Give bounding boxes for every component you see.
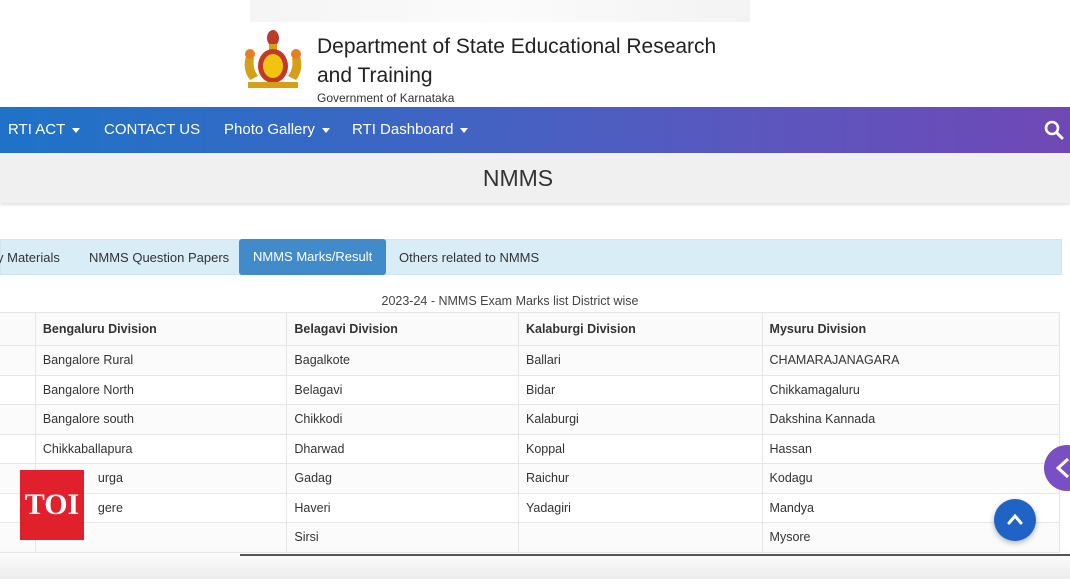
tab-question-papers[interactable]: NMMS Question Papers <box>89 240 229 276</box>
tab-marks-result[interactable]: NMMS Marks/Result <box>239 239 387 275</box>
bottom-fade <box>0 548 1070 579</box>
table-cell-link[interactable]: Dakshina Kannada <box>761 404 1061 435</box>
tab-study-materials[interactable]: y Materials <box>0 240 60 276</box>
toi-watermark-logo: TOI <box>20 470 84 540</box>
table-cell-link[interactable]: Haveri <box>286 492 519 523</box>
search-icon[interactable] <box>1044 120 1064 140</box>
table-row: Bangalore North Belagavi Bidar Chikkamag… <box>0 374 1061 405</box>
table-row: urga Gadag Raichur Kodagu <box>0 463 1061 494</box>
nav-contact-us[interactable]: CONTACT US <box>104 107 200 153</box>
table-cell-link[interactable]: Ballari <box>517 345 763 376</box>
table-cell-link[interactable]: Bangalore Rural <box>34 345 288 376</box>
nav-rti-act-label: RTI ACT <box>8 121 66 138</box>
table-cell-link[interactable]: Kalaburgi <box>517 404 763 435</box>
table-cell-link[interactable]: Belagavi <box>286 374 519 405</box>
table-cell-link[interactable]: Raichur <box>517 463 763 494</box>
scroll-to-top-button[interactable] <box>994 499 1036 541</box>
tab-others-nmms[interactable]: Others related to NMMS <box>399 240 539 276</box>
nav-photo-gallery[interactable]: Photo Gallery <box>224 107 330 153</box>
page-title: NMMS <box>482 165 554 191</box>
table-row: Bangalore Rural Bagalkote Ballari CHAMAR… <box>0 345 1061 376</box>
table-cell-link[interactable]: Yadagiri <box>517 492 763 523</box>
chevron-left-icon <box>1055 457 1070 479</box>
nav-rti-dashboard-label: RTI Dashboard <box>352 121 454 138</box>
arrow-up-icon <box>1007 513 1023 525</box>
table-cell-link[interactable]: Bangalore North <box>34 374 288 405</box>
table-header-cell: Belagavi Division <box>286 312 519 346</box>
table-header-cell <box>0 312 36 346</box>
table-cell-link[interactable]: Chikkamagaluru <box>761 374 1061 405</box>
caret-down-icon <box>321 127 330 133</box>
nav-contact-us-label: CONTACT US <box>104 121 201 138</box>
table-row: gere Haveri Yadagiri Mandya <box>0 492 1061 523</box>
nav-rti-dashboard[interactable]: RTI Dashboard <box>352 107 469 153</box>
table-row: Bangalore south Chikkodi Kalaburgi Daksh… <box>0 404 1061 435</box>
table-cell-link[interactable]: Bagalkote <box>286 345 519 376</box>
table-cell-link[interactable]: CHAMARAJANAGARA <box>761 345 1061 376</box>
table-cell <box>0 433 36 464</box>
karnataka-emblem-icon <box>244 30 302 88</box>
org-title: Department of State Educational Research… <box>317 35 717 87</box>
table-cell-link[interactable]: Chikkodi <box>286 404 519 435</box>
table-cell <box>0 345 36 376</box>
table-header-row: Bengaluru Division Belagavi Division Kal… <box>0 312 1061 346</box>
page-title-band: NMMS <box>0 153 1070 203</box>
nav-photo-gallery-label: Photo Gallery <box>224 121 315 138</box>
main-navbar: RTI ACT CONTACT US Photo Gallery RTI Das… <box>0 107 1070 153</box>
nmms-tabs: y Materials NMMS Question Papers NMMS Ma… <box>0 239 1062 275</box>
table-cell-link[interactable]: Gadag <box>286 463 519 494</box>
table-row: Chikkaballapura Dharwad Koppal Hassan <box>0 433 1061 464</box>
table-cell-link[interactable]: Chikkaballapura <box>34 433 288 464</box>
org-subtitle: Government of Karnataka <box>317 91 455 105</box>
table-cell <box>0 404 36 435</box>
top-strip <box>250 0 750 22</box>
table-header-cell: Mysuru Division <box>761 312 1061 346</box>
caret-down-icon <box>72 127 81 133</box>
table-cell-link[interactable]: Hassan <box>761 433 1061 464</box>
table-header-cell: Bengaluru Division <box>34 312 288 346</box>
table-cell-link[interactable]: Bangalore south <box>34 404 288 435</box>
table-cell-link[interactable]: Koppal <box>517 433 763 464</box>
table-caption: 2023-24 - NMMS Exam Marks list District … <box>381 294 639 308</box>
table-cell-link[interactable]: Kodagu <box>761 463 1061 494</box>
table-cell-link[interactable]: Dharwad <box>286 433 519 464</box>
table-cell <box>0 374 36 405</box>
caret-down-icon <box>460 127 469 133</box>
bottom-divider <box>240 554 1070 556</box>
side-panel-toggle[interactable] <box>1044 445 1070 491</box>
table-cell-link[interactable]: Bidar <box>517 374 763 405</box>
marks-table: Bengaluru Division Belagavi Division Kal… <box>0 312 1061 553</box>
nav-rti-act[interactable]: RTI ACT <box>8 107 81 153</box>
table-header-cell: Kalaburgi Division <box>517 312 763 346</box>
